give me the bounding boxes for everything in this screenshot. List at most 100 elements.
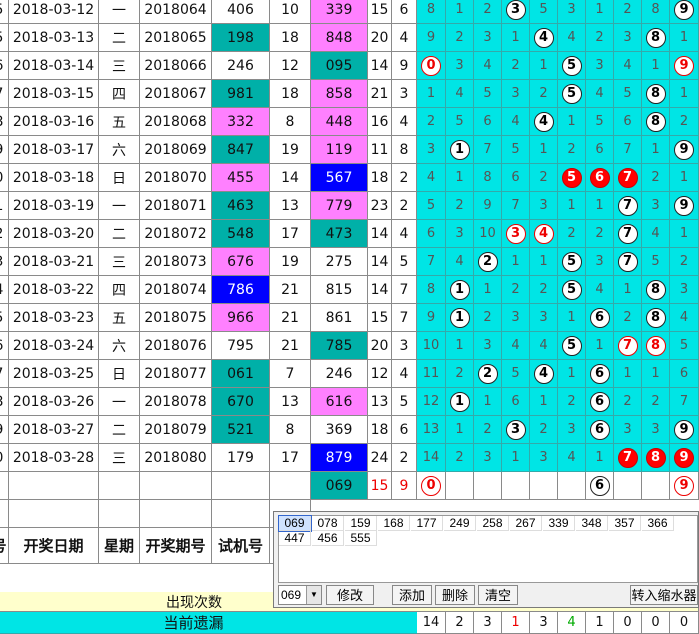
add-button[interactable]: 添加 — [392, 585, 432, 605]
number-pool-item[interactable]: 357 — [609, 516, 641, 531]
trend-cell: 2 — [474, 360, 502, 388]
number-select-value: 069 — [281, 588, 302, 602]
number-pool-item[interactable]: 069 — [278, 515, 312, 532]
trend-cell: 3 — [474, 332, 502, 360]
test-number: 786 — [212, 276, 270, 304]
trend-cell: 1 — [558, 108, 586, 136]
modify-button[interactable]: 修改 — [326, 585, 374, 605]
weekday: 日 — [99, 164, 140, 192]
issue-number: 2018065 — [140, 24, 212, 52]
trend-cell: 1 — [586, 332, 614, 360]
trend-cell: 1 — [670, 164, 699, 192]
chevron-down-icon[interactable]: ▼ — [306, 586, 321, 604]
digit-ball: 2 — [477, 251, 498, 272]
trend-cell: 4 — [530, 108, 558, 136]
trend-cell: 2 — [614, 388, 642, 416]
trend-cell: 6 — [586, 136, 614, 164]
forecast-cell — [446, 472, 474, 500]
trend-cell: 12 — [417, 388, 446, 416]
trend-cell: 1 — [446, 332, 474, 360]
prize-span: 6 — [392, 416, 417, 444]
digit-ball: 8 — [645, 447, 666, 468]
trend-cell: 0 — [417, 52, 446, 80]
number-pool-item[interactable]: 447 — [279, 531, 311, 546]
digit-ball: 9 — [674, 419, 694, 440]
test-number: 332 — [212, 108, 270, 136]
number-pool-item[interactable]: 555 — [345, 531, 377, 546]
trend-cell: 1 — [446, 416, 474, 444]
number-pool-list[interactable]: 069 078 159 168 177 249 258 267 339 348 357 366 447 4… — [278, 515, 698, 583]
row-prefix: 5 — [0, 304, 9, 332]
digit-ball: 1 — [449, 391, 470, 412]
trend-cell: 6 — [614, 108, 642, 136]
number-pool-item[interactable]: 168 — [378, 516, 410, 531]
number-pool-item[interactable]: 258 — [477, 516, 509, 531]
trend-cell: 4 — [530, 220, 558, 248]
number-pool-item[interactable]: 348 — [576, 516, 608, 531]
trend-cell: 5 — [558, 52, 586, 80]
draw-date: 2018-03-28 — [9, 444, 99, 472]
row-prefix: 8 — [0, 388, 9, 416]
trend-cell: 5 — [558, 332, 586, 360]
row-prefix: 7 — [0, 80, 9, 108]
prize-span: 4 — [392, 360, 417, 388]
trend-cell: 7 — [614, 248, 642, 276]
trend-cell: 2 — [614, 304, 642, 332]
trend-cell: 1 — [614, 276, 642, 304]
trend-cell: 1 — [670, 24, 699, 52]
number-pool-item[interactable]: 159 — [345, 516, 377, 531]
trend-cell: 1 — [530, 52, 558, 80]
row-prefix: 5 — [0, 0, 9, 24]
trend-cell: 2 — [502, 52, 530, 80]
trend-cell: 1 — [558, 192, 586, 220]
trend-cell: 4 — [642, 220, 670, 248]
test-number: 521 — [212, 416, 270, 444]
clear-button[interactable]: 清空 — [478, 585, 518, 605]
prize-sum: 24 — [368, 444, 392, 472]
number-pool-item[interactable]: 267 — [510, 516, 542, 531]
digit-ball: 5 — [561, 279, 582, 300]
blank-cell — [212, 472, 270, 500]
number-pool-item[interactable]: 339 — [543, 516, 575, 531]
number-pool-item[interactable]: 456 — [312, 531, 344, 546]
column-header: 开奖日期 — [9, 528, 99, 564]
forecast-sum: 15 — [368, 472, 392, 500]
row-prefix: 6 — [0, 52, 9, 80]
trend-cell: 1 — [642, 52, 670, 80]
trend-cell: 8 — [417, 276, 446, 304]
delete-button[interactable]: 删除 — [435, 585, 475, 605]
digit-ball: 1 — [449, 279, 470, 300]
prize-number: 567 — [311, 164, 368, 192]
number-pool-panel: 069 078 159 168 177 249 258 267 339 348 357 366 447 4… — [273, 511, 699, 608]
missing-value: 3 — [530, 612, 558, 634]
digit-ball: 5 — [561, 167, 582, 188]
prize-span: 7 — [392, 276, 417, 304]
transfer-to-filter-button[interactable]: 转入缩水器 — [630, 585, 698, 605]
forecast-cell — [502, 472, 530, 500]
issue-number: 2018079 — [140, 416, 212, 444]
trend-cell: 2 — [417, 108, 446, 136]
digit-ball: 7 — [617, 167, 638, 188]
prize-sum: 16 — [368, 108, 392, 136]
trend-cell: 1 — [586, 0, 614, 24]
trend-cell: 3 — [446, 220, 474, 248]
number-select[interactable]: 069 ▼ — [278, 585, 322, 605]
test-sum: 7 — [270, 360, 311, 388]
number-pool-item[interactable]: 177 — [411, 516, 443, 531]
prize-number: 779 — [311, 192, 368, 220]
trend-cell: 2 — [446, 444, 474, 472]
digit-ball: 5 — [561, 55, 582, 76]
trend-cell: 7 — [474, 136, 502, 164]
number-pool-item[interactable]: 078 — [312, 516, 344, 531]
weekday: 四 — [99, 276, 140, 304]
prize-number: 616 — [311, 388, 368, 416]
trend-cell: 2 — [474, 416, 502, 444]
trend-cell: 2 — [530, 80, 558, 108]
number-pool-item[interactable]: 366 — [642, 516, 674, 531]
number-pool-item[interactable]: 249 — [444, 516, 476, 531]
prize-number: 473 — [311, 220, 368, 248]
test-sum: 12 — [270, 52, 311, 80]
trend-cell: 2 — [586, 220, 614, 248]
weekday: 四 — [99, 80, 140, 108]
draw-date: 2018-03-18 — [9, 164, 99, 192]
